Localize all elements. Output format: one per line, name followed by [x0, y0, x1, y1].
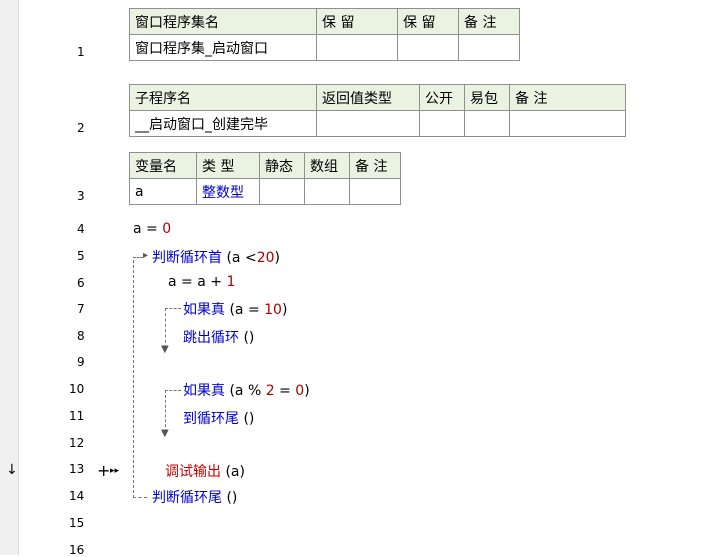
- code-line-8[interactable]: 跳出循环 (): [183, 327, 254, 347]
- sub-note-header: 备 注: [509, 84, 626, 111]
- args: (): [243, 411, 255, 427]
- line-number: 8: [77, 329, 85, 343]
- var-note-header: 备 注: [349, 152, 401, 179]
- if-guide-1: [165, 308, 166, 348]
- line-number: 3: [77, 189, 85, 203]
- var-type-cell[interactable]: 整数型: [196, 178, 260, 205]
- assembly-table: 窗口程序集名 保 留 保 留 备 注 窗口程序集_启动窗口: [129, 8, 520, 61]
- var-static-cell[interactable]: [259, 178, 305, 205]
- line-number: 12: [69, 436, 85, 450]
- keyword: 判断循环尾: [152, 490, 222, 506]
- sub-note-cell[interactable]: [509, 110, 626, 137]
- code-line-5[interactable]: 判断循环首 (a <20): [152, 247, 280, 267]
- line-number: 10: [69, 382, 85, 396]
- number-literal: 1: [226, 274, 236, 290]
- reserved-header-2: 保 留: [397, 8, 459, 35]
- line-number: 2: [77, 121, 85, 135]
- note-header: 备 注: [458, 8, 520, 35]
- code-line-10[interactable]: 如果真 (a % 2 = 0): [183, 380, 310, 400]
- public-cell[interactable]: [419, 110, 465, 137]
- line-number: 6: [77, 276, 85, 290]
- number-literal: 2: [265, 383, 275, 399]
- var-name-header: 变量名: [129, 152, 197, 179]
- down-arrow-icon: ▼: [161, 344, 169, 355]
- number-literal: 10: [264, 302, 282, 318]
- variable-table: 变量名 类 型 静态 数组 备 注 a 整数型: [129, 152, 401, 205]
- reserved-cell-1[interactable]: [316, 34, 398, 61]
- assembly-name-header: 窗口程序集名: [129, 8, 317, 35]
- if-guide-top-2: [165, 390, 181, 391]
- sub-name-cell[interactable]: __启动窗口_创建完毕: [129, 110, 317, 137]
- assembly-name-cell[interactable]: 窗口程序集_启动窗口: [129, 34, 317, 61]
- keyword: 调试输出: [165, 464, 221, 480]
- public-header: 公开: [419, 84, 465, 111]
- loop-guide-bottom: [133, 497, 147, 498]
- assign-expr: a = a +: [168, 274, 222, 290]
- line-number: 14: [69, 489, 85, 503]
- code-line-7[interactable]: 如果真 (a = 10): [183, 299, 287, 319]
- subroutine-table: 子程序名 返回值类型 公开 易包 备 注 __启动窗口_创建完毕: [129, 84, 626, 137]
- reserved-header-1: 保 留: [316, 8, 398, 35]
- expand-plus-icon[interactable]: +: [97, 461, 110, 480]
- operator: =: [146, 221, 158, 237]
- args: (): [226, 490, 238, 506]
- easy-package-cell[interactable]: [464, 110, 510, 137]
- keyword: 如果真: [183, 383, 225, 399]
- return-type-cell[interactable]: [316, 110, 420, 137]
- paren-close: ): [304, 383, 310, 399]
- args: (a): [225, 464, 245, 480]
- code-line-11[interactable]: 到循环尾 (): [183, 408, 254, 428]
- operator: =: [279, 383, 291, 399]
- loop-guide: [133, 260, 134, 498]
- code-line-13[interactable]: 调试输出 (a): [165, 461, 245, 481]
- down-arrow-icon: ▼: [161, 428, 169, 439]
- keyword: 跳出循环: [183, 330, 239, 346]
- condition-open: (a =: [229, 302, 260, 318]
- args: (): [243, 330, 255, 346]
- var-array-cell[interactable]: [304, 178, 350, 205]
- number-literal: 0: [162, 221, 172, 237]
- paren-close: ): [274, 250, 280, 266]
- code-line-4[interactable]: a = 0: [133, 221, 171, 237]
- number-literal: 20: [256, 250, 275, 266]
- reserved-cell-2[interactable]: [397, 34, 459, 61]
- loop-guide-top: [133, 257, 143, 258]
- code-line-6[interactable]: a = a + 1: [168, 274, 235, 290]
- note-cell[interactable]: [458, 34, 520, 61]
- line-number: 4: [77, 222, 85, 236]
- line-number: 1: [77, 45, 85, 59]
- return-type-header: 返回值类型: [316, 84, 420, 111]
- current-line-arrow-icon[interactable]: ↓: [6, 462, 18, 478]
- condition-open: (a <: [226, 250, 257, 266]
- if-guide-top-1: [165, 308, 181, 309]
- line-number: 15: [69, 516, 85, 530]
- code-editor[interactable]: 1 2 3 4 5 6 7 8 9 10 11 12 13 14 15 16 窗口程序集名 保 留 保 留 备…: [0, 0, 707, 557]
- var-array-header: 数组: [304, 152, 350, 179]
- var-static-header: 静态: [259, 152, 305, 179]
- keyword: 如果真: [183, 302, 225, 318]
- keyword: 判断循环首: [152, 250, 222, 266]
- var-type-header: 类 型: [196, 152, 260, 179]
- number-literal: 0: [295, 383, 305, 399]
- var-name-cell[interactable]: a: [129, 178, 197, 205]
- line-number: 11: [69, 409, 85, 423]
- if-guide-2: [165, 390, 166, 432]
- step-into-icon[interactable]: ▸▸: [110, 466, 119, 476]
- condition-open: (a %: [229, 383, 262, 399]
- var-ref: a: [133, 221, 142, 237]
- line-number: 9: [77, 355, 85, 369]
- var-note-cell[interactable]: [349, 178, 401, 205]
- easy-package-header: 易包: [464, 84, 510, 111]
- paren-close: ): [281, 302, 288, 318]
- line-number: 7: [77, 302, 85, 316]
- sub-name-header: 子程序名: [129, 84, 317, 111]
- loop-arrow-icon: ▸: [143, 250, 149, 261]
- line-number: 5: [77, 249, 85, 263]
- keyword: 到循环尾: [183, 411, 239, 427]
- code-line-14[interactable]: 判断循环尾 (): [152, 487, 237, 507]
